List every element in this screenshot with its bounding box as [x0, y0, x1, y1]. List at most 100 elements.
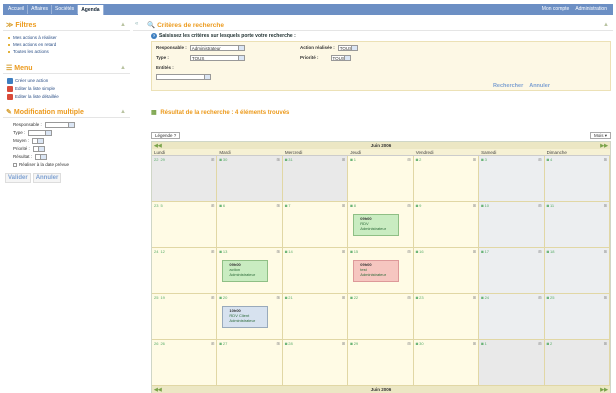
calendar-day-cell[interactable]: ◙ 20 ⊞ 10h00 RDV Client Administrateur — [217, 294, 283, 340]
day-view-icon[interactable]: ◙ — [547, 157, 549, 162]
tab-affaires[interactable]: Affaires — [28, 5, 52, 14]
next-month-icon[interactable]: ▶▶ — [600, 387, 608, 393]
moyen-select[interactable] — [32, 138, 45, 144]
calendar-day-cell[interactable]: ◙ 6 ⊞ — [217, 202, 283, 248]
calendar-day-cell[interactable]: ◙ 27 ⊞ — [217, 340, 283, 386]
realize-checkbox-row[interactable]: Réaliser à la date prévue — [13, 161, 130, 169]
day-view-icon[interactable]: ◙ — [481, 341, 483, 346]
responsable-select[interactable]: Administrateur — [189, 45, 245, 51]
filter-all-actions[interactable]: Toutes les actions — [8, 48, 130, 55]
priorite-select[interactable]: TOUS — [330, 55, 351, 61]
calendar-day-cell[interactable]: ◙ 2 ⊞ — [413, 156, 480, 202]
add-event-icon[interactable]: ⊞ — [211, 295, 214, 300]
add-event-icon[interactable]: ⊞ — [407, 341, 410, 346]
type-select[interactable] — [28, 130, 53, 136]
add-event-icon[interactable]: ⊞ — [342, 157, 345, 162]
calendar-day-cell[interactable]: ◙ 17 ⊞ — [479, 248, 545, 294]
add-event-icon[interactable]: ⊞ — [407, 249, 410, 254]
collapse-icon[interactable]: ▲ — [120, 22, 126, 28]
add-event-icon[interactable]: ⊞ — [604, 295, 607, 300]
bulk-edit-header[interactable]: ✎ Modification multiple ▲ — [3, 107, 130, 118]
add-event-icon[interactable]: ⊞ — [538, 295, 541, 300]
cancel-button[interactable]: Annuler — [32, 173, 62, 183]
calendar-day-cell[interactable]: ◙ 16 ⊞ — [413, 248, 480, 294]
calendar-day-cell[interactable]: ◙ 4 ⊞ — [544, 156, 610, 202]
filters-header[interactable]: ≫ Filtres ▲ — [3, 20, 130, 31]
day-view-icon[interactable]: ◙ — [285, 341, 287, 346]
collapse-icon[interactable]: ▲ — [603, 22, 609, 28]
calendar-day-cell[interactable]: ◙ 1 ⊞ — [348, 156, 414, 202]
add-event-icon[interactable]: ⊞ — [211, 341, 214, 346]
add-event-icon[interactable]: ⊞ — [211, 249, 214, 254]
day-view-icon[interactable]: ◙ — [416, 249, 418, 254]
filter-actions-to-do[interactable]: Mes actions à réaliser — [8, 34, 130, 41]
filter-actions-late[interactable]: Mes actions en retard — [8, 41, 130, 48]
administration-link[interactable]: Administration — [572, 4, 610, 15]
day-view-icon[interactable]: ◙ — [547, 341, 549, 346]
day-view-icon[interactable]: ◙ — [481, 249, 483, 254]
add-event-icon[interactable]: ⊞ — [407, 203, 410, 208]
calendar-day-cell[interactable]: ◙ 24 ⊞ — [479, 294, 545, 340]
calendar-day-cell[interactable]: ◙ 30 ⊞ — [217, 156, 283, 202]
day-view-icon[interactable]: ◙ — [481, 157, 483, 162]
day-view-icon[interactable]: ◙ — [219, 295, 221, 300]
resultat-select[interactable] — [35, 154, 48, 160]
validate-button[interactable]: Valider — [5, 173, 31, 183]
calendar-day-cell[interactable]: ◙ 18 ⊞ — [544, 248, 610, 294]
day-view-icon[interactable]: ◙ — [416, 341, 418, 346]
add-event-icon[interactable]: ⊞ — [538, 157, 541, 162]
day-view-icon[interactable]: ◙ — [416, 203, 418, 208]
create-action-link[interactable]: Créer une action — [7, 77, 130, 85]
calendar-day-cell[interactable]: ◙ 25 ⊞ — [544, 294, 610, 340]
priorite-select[interactable] — [32, 146, 45, 152]
add-event-icon[interactable]: ⊞ — [342, 249, 345, 254]
day-view-icon[interactable]: ◙ — [219, 341, 221, 346]
add-event-icon[interactable]: ⊞ — [473, 249, 476, 254]
calendar-day-cell[interactable]: ◙ 15 ⊞ 09h00 test Administrateur — [348, 248, 414, 294]
tab-agenda[interactable]: Agenda — [78, 4, 104, 15]
tab-accueil[interactable]: Accueil — [5, 5, 29, 14]
add-event-icon[interactable]: ⊞ — [211, 157, 214, 162]
calendar-day-cell[interactable]: ◙ 7 ⊞ — [282, 202, 349, 248]
add-event-icon[interactable]: ⊞ — [604, 341, 607, 346]
checkbox[interactable] — [13, 163, 17, 167]
day-view-icon[interactable]: ◙ — [285, 249, 287, 254]
day-view-icon[interactable]: ◙ — [547, 203, 549, 208]
calendar-day-cell[interactable]: ◙ 21 ⊞ — [282, 294, 349, 340]
add-event-icon[interactable]: ⊞ — [604, 203, 607, 208]
calendar-day-cell[interactable]: 25 19 ⊞ — [152, 294, 218, 340]
day-view-icon[interactable]: ◙ — [547, 295, 549, 300]
add-event-icon[interactable]: ⊞ — [604, 249, 607, 254]
calendar-day-cell[interactable]: ◙ 30 ⊞ — [413, 340, 480, 386]
add-event-icon[interactable]: ⊞ — [538, 341, 541, 346]
calendar-day-cell[interactable]: ◙ 9 ⊞ — [413, 202, 480, 248]
detailed-list-link[interactable]: Editer la liste détaillée — [7, 93, 130, 101]
day-view-icon[interactable]: ◙ — [219, 249, 221, 254]
prev-month-icon[interactable]: ◀◀ — [154, 143, 162, 149]
action-select[interactable]: TOUS — [337, 45, 358, 51]
calendar-day-cell[interactable]: ◙ 8 ⊞ 09h00 RDV Administrateur — [348, 202, 414, 248]
day-view-icon[interactable]: ◙ — [481, 203, 483, 208]
day-view-icon[interactable]: ◙ — [285, 295, 287, 300]
day-view-icon[interactable]: ◙ — [350, 203, 352, 208]
day-view-icon[interactable]: ◙ — [547, 249, 549, 254]
day-view-icon[interactable]: ◙ — [350, 157, 352, 162]
calendar-day-cell[interactable]: ◙ 11 ⊞ — [544, 202, 610, 248]
calendar-event[interactable]: 10h00 RDV Client Administrateur — [222, 306, 269, 328]
add-event-icon[interactable]: ⊞ — [342, 203, 345, 208]
calendar-event[interactable]: 09h00 RDV Administrateur — [353, 214, 400, 236]
calendar-day-cell[interactable]: 23 5 ⊞ — [152, 202, 218, 248]
add-event-icon[interactable]: ⊞ — [211, 203, 214, 208]
add-event-icon[interactable]: ⊞ — [604, 157, 607, 162]
add-event-icon[interactable]: ⊞ — [276, 203, 279, 208]
entites-select[interactable] — [156, 74, 211, 80]
reset-button[interactable]: Annuler — [529, 83, 550, 89]
add-event-icon[interactable]: ⊞ — [407, 295, 410, 300]
menu-header[interactable]: ☰ Menu ▲ — [3, 63, 130, 74]
calendar-day-cell[interactable]: ◙ 28 ⊞ — [282, 340, 349, 386]
simple-list-link[interactable]: Editer la liste simple — [7, 85, 130, 93]
calendar-day-cell[interactable]: ◙ 31 ⊞ — [282, 156, 349, 202]
add-event-icon[interactable]: ⊞ — [276, 341, 279, 346]
day-view-icon[interactable]: ◙ — [350, 249, 352, 254]
day-view-icon[interactable]: ◙ — [350, 341, 352, 346]
